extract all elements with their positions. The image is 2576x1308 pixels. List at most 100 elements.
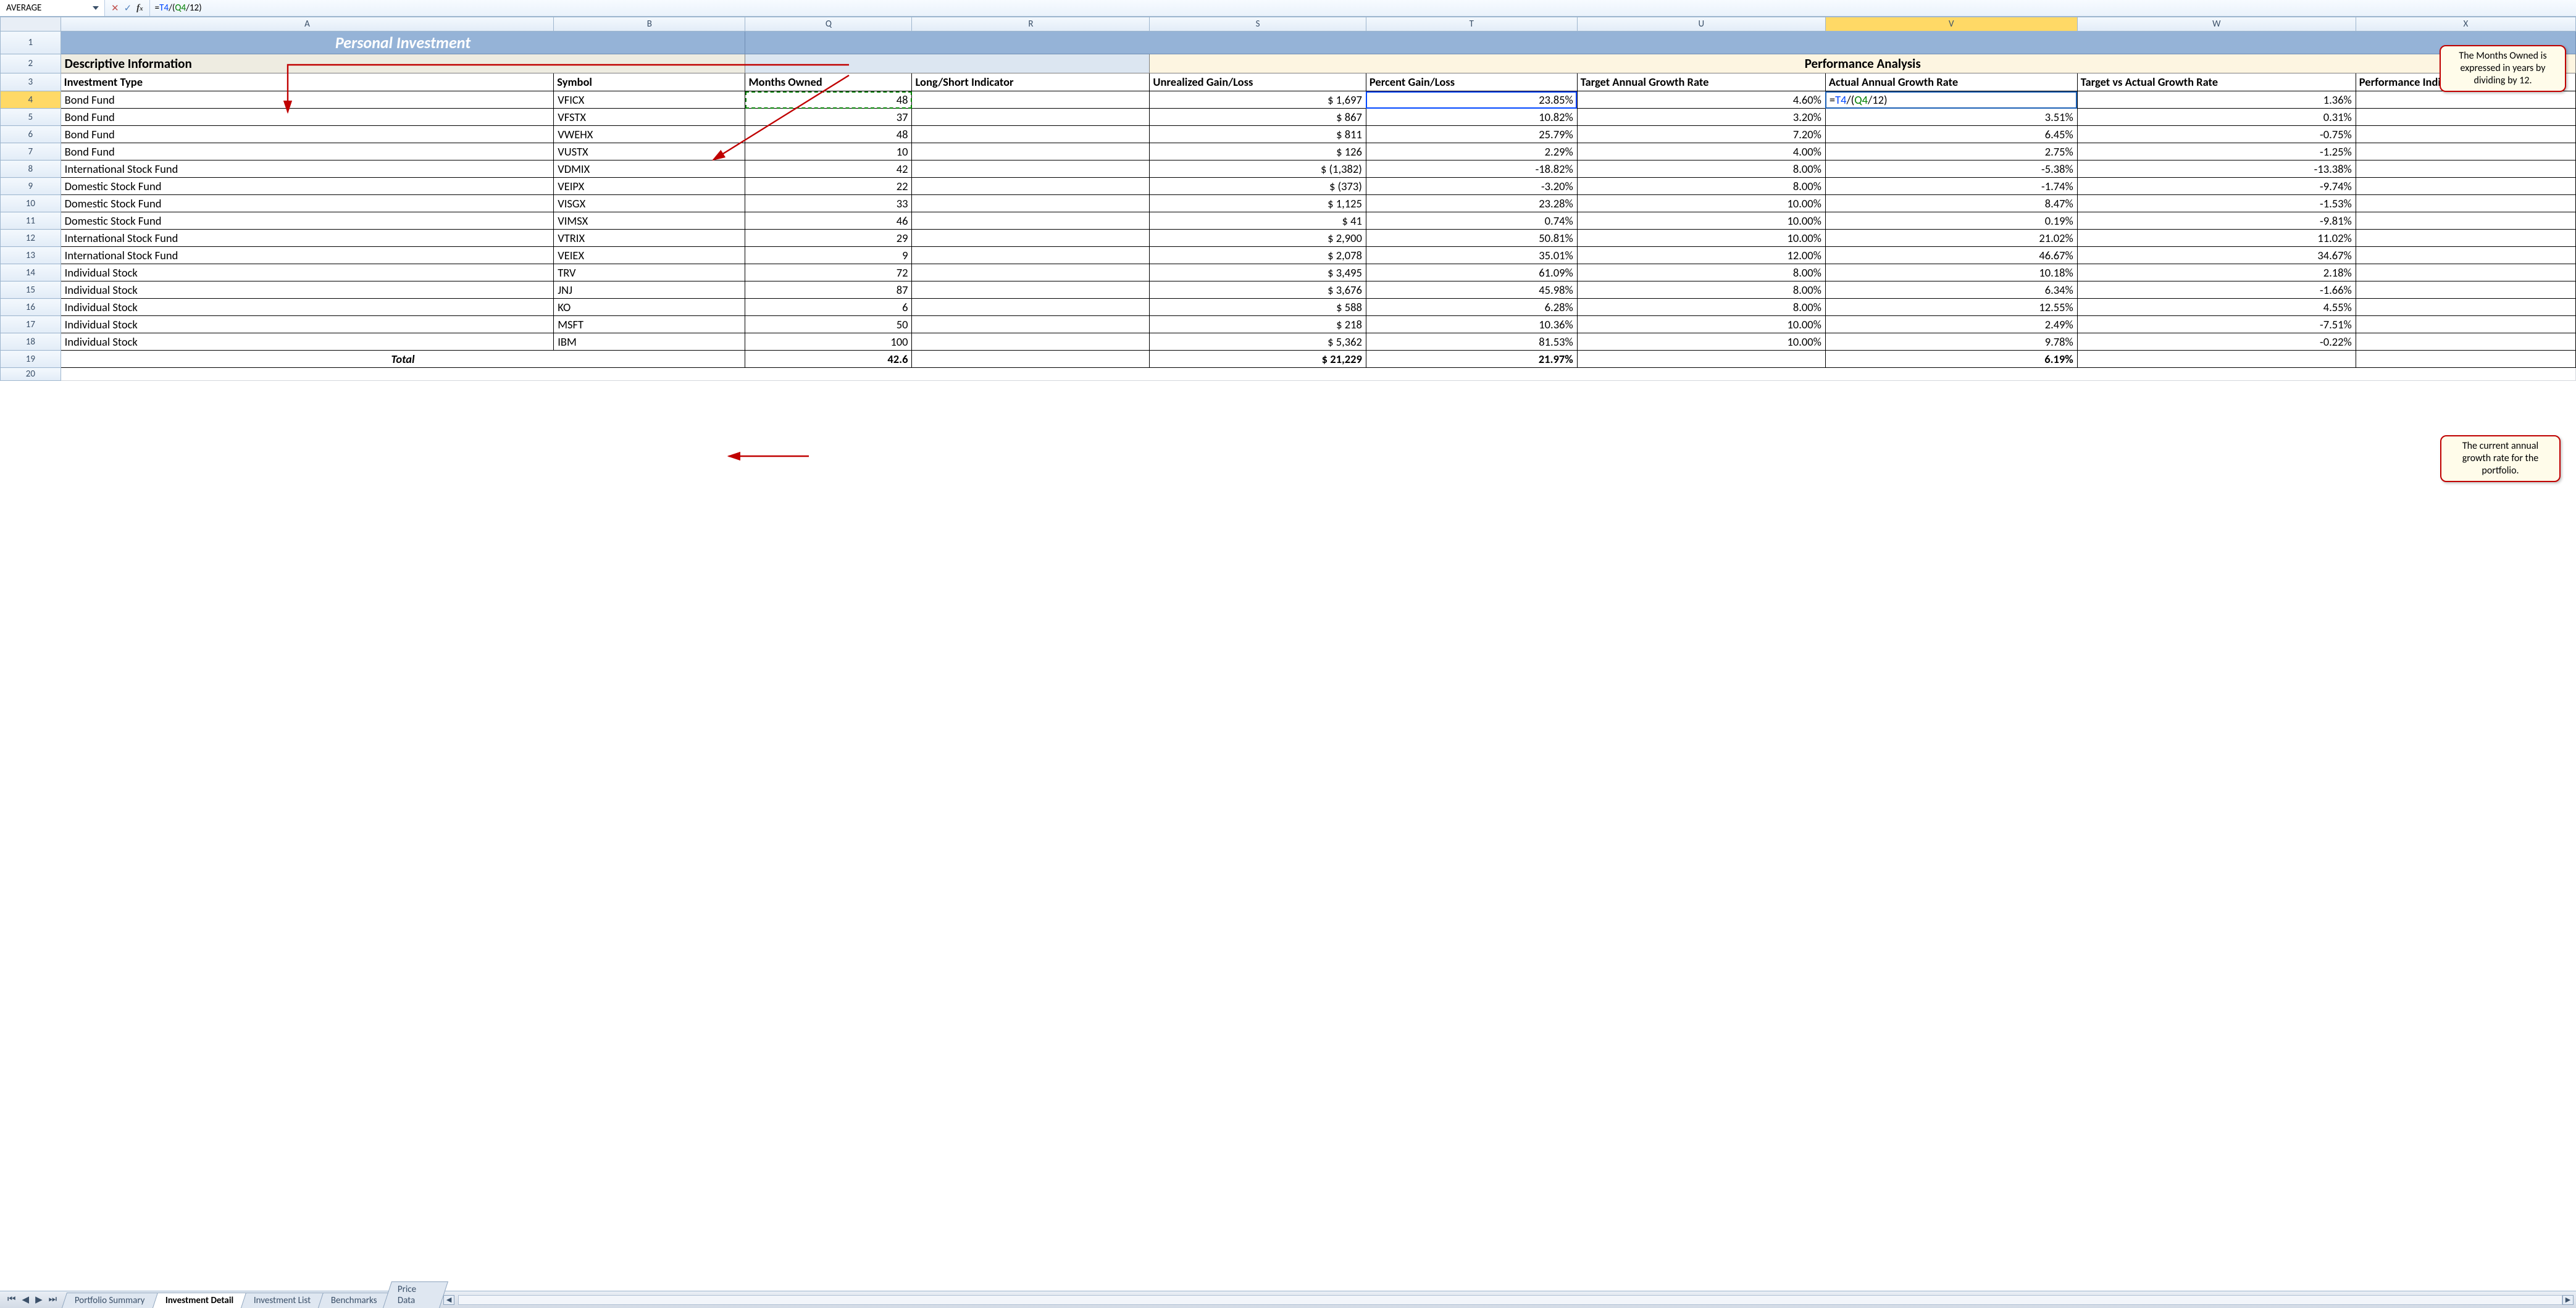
row-header-8[interactable]: 8 [1, 160, 61, 178]
cell-R18[interactable] [912, 333, 1150, 351]
row-header-13[interactable]: 13 [1, 247, 61, 264]
cell-U15[interactable]: 8.00% [1577, 281, 1825, 299]
horizontal-scrollbar[interactable]: ◀ ▶ [443, 1295, 2576, 1305]
cell-S10[interactable]: $ 1,125 [1150, 195, 1366, 212]
cell-A14[interactable]: Individual Stock [61, 264, 554, 281]
cell-T11[interactable]: 0.74% [1366, 212, 1577, 230]
row-header-19[interactable]: 19 [1, 351, 61, 368]
cell-W17[interactable]: -7.51% [2077, 316, 2356, 333]
cell-X13[interactable] [2356, 247, 2575, 264]
enter-icon[interactable]: ✓ [124, 2, 132, 14]
cell-W8[interactable]: -13.38% [2077, 160, 2356, 178]
cell-Q12[interactable]: 29 [745, 230, 912, 247]
cell-Q15[interactable]: 87 [745, 281, 912, 299]
cell-U4[interactable]: 4.60% [1577, 91, 1825, 109]
cell-T5[interactable]: 10.82% [1366, 109, 1577, 126]
cell-A5[interactable]: Bond Fund [61, 109, 554, 126]
cell-V12[interactable]: 21.02% [1825, 230, 2077, 247]
cell-V14[interactable]: 10.18% [1825, 264, 2077, 281]
cell-V4[interactable]: =T4/(Q4/12) [1825, 91, 2077, 109]
hscroll-left-icon[interactable]: ◀ [443, 1295, 454, 1305]
cell-W10[interactable]: -1.53% [2077, 195, 2356, 212]
cancel-icon[interactable]: ✕ [111, 2, 119, 14]
row-header-12[interactable]: 12 [1, 230, 61, 247]
cell-X5[interactable] [2356, 109, 2575, 126]
cell-W14[interactable]: 2.18% [2077, 264, 2356, 281]
col-header-X[interactable]: X [2356, 17, 2575, 31]
cell-X4[interactable] [2356, 91, 2575, 109]
cell-U14[interactable]: 8.00% [1577, 264, 1825, 281]
row-header-15[interactable]: 15 [1, 281, 61, 299]
cell-S13[interactable]: $ 2,078 [1150, 247, 1366, 264]
hdr-long-short[interactable]: Long/Short Indicator [912, 73, 1150, 91]
cell-S16[interactable]: $ 588 [1150, 299, 1366, 316]
hscroll-right-icon[interactable]: ▶ [2562, 1295, 2574, 1305]
cell-B7[interactable]: VUSTX [554, 143, 745, 160]
cell-S8[interactable]: $ (1,382) [1150, 160, 1366, 178]
col-header-Q[interactable]: Q [745, 17, 912, 31]
tab-prev-icon[interactable]: ◀ [20, 1294, 32, 1306]
cell-Q9[interactable]: 22 [745, 178, 912, 195]
cell-V15[interactable]: 6.34% [1825, 281, 2077, 299]
cell-S12[interactable]: $ 2,900 [1150, 230, 1366, 247]
hdr-months-owned[interactable]: Months Owned [745, 73, 912, 91]
cell-V13[interactable]: 46.67% [1825, 247, 2077, 264]
tab-first-icon[interactable]: ⏮ [5, 1294, 19, 1306]
cell-S7[interactable]: $ 126 [1150, 143, 1366, 160]
cell-A6[interactable]: Bond Fund [61, 126, 554, 143]
cell-X15[interactable] [2356, 281, 2575, 299]
cell-W6[interactable]: -0.75% [2077, 126, 2356, 143]
col-header-U[interactable]: U [1577, 17, 1825, 31]
cell-W9[interactable]: -9.74% [2077, 178, 2356, 195]
cell-S18[interactable]: $ 5,362 [1150, 333, 1366, 351]
cell-U10[interactable]: 10.00% [1577, 195, 1825, 212]
cell-B18[interactable]: IBM [554, 333, 745, 351]
fx-icon[interactable]: fx [136, 3, 143, 14]
cell-Q13[interactable]: 9 [745, 247, 912, 264]
hdr-symbol[interactable]: Symbol [554, 73, 745, 91]
cell-T4[interactable]: 23.85% [1366, 91, 1577, 109]
hdr-investment-type[interactable]: Investment Type [61, 73, 554, 91]
cell-T6[interactable]: 25.79% [1366, 126, 1577, 143]
cell-X8[interactable] [2356, 160, 2575, 178]
cell-U12[interactable]: 10.00% [1577, 230, 1825, 247]
select-all-corner[interactable] [1, 17, 61, 31]
sheet-tab-investment-list[interactable]: Investment List [241, 1293, 324, 1308]
cell-W12[interactable]: 11.02% [2077, 230, 2356, 247]
col-header-R[interactable]: R [912, 17, 1150, 31]
cell-R12[interactable] [912, 230, 1150, 247]
cell-W4[interactable]: 1.36% [2077, 91, 2356, 109]
cell-U11[interactable]: 10.00% [1577, 212, 1825, 230]
cell-Q14[interactable]: 72 [745, 264, 912, 281]
cell-B12[interactable]: VTRIX [554, 230, 745, 247]
cell-U16[interactable]: 8.00% [1577, 299, 1825, 316]
cell-V6[interactable]: 6.45% [1825, 126, 2077, 143]
cell-B9[interactable]: VEIPX [554, 178, 745, 195]
cell-B15[interactable]: JNJ [554, 281, 745, 299]
cell-W15[interactable]: -1.66% [2077, 281, 2356, 299]
cell-R6[interactable] [912, 126, 1150, 143]
cell-T18[interactable]: 81.53% [1366, 333, 1577, 351]
row-header-17[interactable]: 17 [1, 316, 61, 333]
cell-B13[interactable]: VEIEX [554, 247, 745, 264]
cell-T15[interactable]: 45.98% [1366, 281, 1577, 299]
cell-X18[interactable] [2356, 333, 2575, 351]
cell-X10[interactable] [2356, 195, 2575, 212]
cell-U18[interactable]: 10.00% [1577, 333, 1825, 351]
tab-next-icon[interactable]: ▶ [33, 1294, 45, 1306]
row-header-7[interactable]: 7 [1, 143, 61, 160]
cell-V11[interactable]: 0.19% [1825, 212, 2077, 230]
cell-W11[interactable]: -9.81% [2077, 212, 2356, 230]
cell-V7[interactable]: 2.75% [1825, 143, 2077, 160]
cell-T9[interactable]: -3.20% [1366, 178, 1577, 195]
row-header-10[interactable]: 10 [1, 195, 61, 212]
col-header-S[interactable]: S [1150, 17, 1366, 31]
cell-T16[interactable]: 6.28% [1366, 299, 1577, 316]
sheet-tab-benchmarks[interactable]: Benchmarks [318, 1293, 390, 1308]
total-months[interactable]: 42.6 [745, 351, 912, 368]
cell-R10[interactable] [912, 195, 1150, 212]
col-header-B[interactable]: B [554, 17, 745, 31]
cell-T12[interactable]: 50.81% [1366, 230, 1577, 247]
cell-Q10[interactable]: 33 [745, 195, 912, 212]
cell-V5[interactable]: 3.51% [1825, 109, 2077, 126]
